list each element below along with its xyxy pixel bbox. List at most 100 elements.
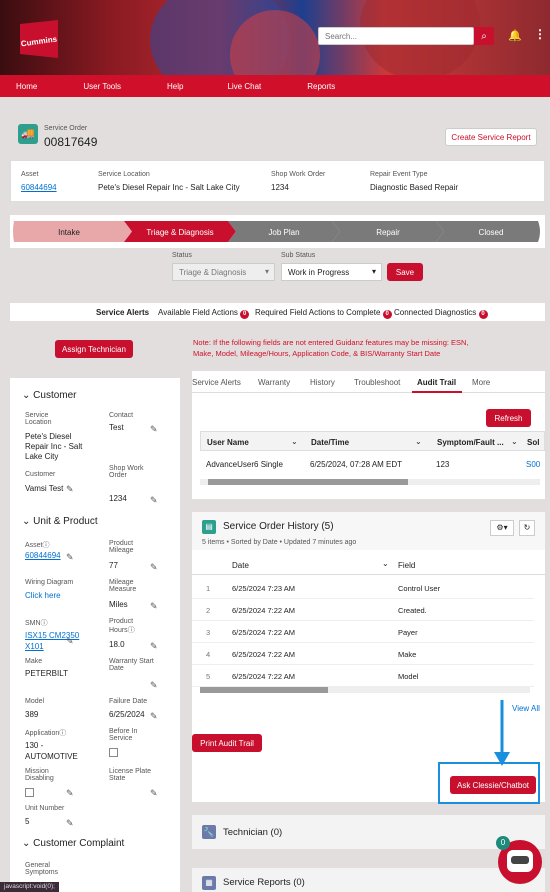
col-date[interactable]: Date <box>232 561 249 570</box>
mission-disabling-checkbox[interactable] <box>25 788 34 797</box>
refresh-button[interactable]: Refresh <box>486 409 531 427</box>
edit-pencil-icon[interactable]: ✎ <box>150 601 158 612</box>
history-row: 3 6/25/2024 7:22 AM Payer <box>192 621 534 643</box>
row-field: Make <box>398 650 417 659</box>
tab-troubleshoot[interactable]: Troubleshoot <box>354 378 400 387</box>
view-all-link[interactable]: View All <box>512 704 540 713</box>
edit-pencil-icon[interactable]: ✎ <box>66 636 74 647</box>
edit-pencil-icon[interactable]: ✎ <box>150 424 158 435</box>
chevron-down-icon[interactable]: ⌄ <box>511 437 518 446</box>
row-date: 6/25/2024 7:22 AM <box>232 628 295 637</box>
edit-pencil-icon[interactable]: ✎ <box>66 484 74 495</box>
nav-live-chat[interactable]: Live Chat <box>227 82 261 91</box>
product-mileage-label: Product Mileage <box>109 540 134 554</box>
assign-technician-button[interactable]: Assign Technician <box>55 340 133 358</box>
asset-label: Assetⓘ <box>25 542 50 549</box>
notifications-bell-icon[interactable]: 🔔 <box>508 29 522 42</box>
search-button[interactable]: ⌕ <box>474 27 494 45</box>
edit-pencil-icon[interactable]: ✎ <box>66 552 74 563</box>
sol-cell[interactable]: S00 <box>526 460 540 469</box>
edit-pencil-icon[interactable]: ✎ <box>150 711 158 722</box>
row-date: 6/25/2024 7:22 AM <box>232 650 295 659</box>
model-label: Model <box>25 698 45 705</box>
asset-link[interactable]: 60844694 <box>21 183 57 192</box>
contact-label: Contact <box>109 412 134 419</box>
status-label: Status <box>172 252 192 259</box>
edit-pencil-icon[interactable]: ✎ <box>150 680 158 691</box>
row-number: 1 <box>206 584 211 593</box>
connected-diagnostics[interactable]: Connected Diagnostics 0 <box>394 308 488 319</box>
row-date: 6/25/2024 7:23 AM <box>232 584 295 593</box>
tab-warranty[interactable]: Warranty <box>258 378 290 387</box>
cummins-logo[interactable]: Cummins <box>14 14 64 64</box>
history-table-header: Date ⌄ Field <box>192 555 545 575</box>
product-mileage-value: 77 <box>109 561 118 570</box>
horizontal-scrollbar[interactable] <box>200 479 540 485</box>
service-order-header: 🚚 Service Order 00817649 Create Service … <box>10 118 545 156</box>
product-hours-label: Product Hoursⓘ <box>109 618 135 634</box>
col-field[interactable]: Field <box>398 561 415 570</box>
repair-event-type-value: Diagnostic Based Repair <box>370 183 459 192</box>
before-in-service-checkbox[interactable] <box>109 748 118 757</box>
path-step-intake[interactable]: Intake <box>14 228 124 237</box>
path-step-closed[interactable]: Closed <box>440 228 542 237</box>
customer-section-header[interactable]: ⌄ Customer <box>22 390 77 401</box>
model-value: 389 <box>25 710 39 719</box>
wiring-diagram-link[interactable]: Click here <box>25 591 61 600</box>
status-select[interactable]: Triage & Diagnosis ▾ <box>172 263 275 281</box>
edit-pencil-icon[interactable]: ✎ <box>150 562 158 573</box>
edit-pencil-icon[interactable]: ✎ <box>150 495 158 506</box>
search-icon: ⌕ <box>481 30 487 42</box>
nav-reports[interactable]: Reports <box>307 82 335 91</box>
chevron-down-icon[interactable]: ⌄ <box>291 437 298 446</box>
chevron-down-icon[interactable]: ⌄ <box>382 559 389 568</box>
nav-help[interactable]: Help <box>167 82 183 91</box>
tab-service-alerts[interactable]: Service Alerts <box>192 378 241 387</box>
row-field: Control User <box>398 584 441 593</box>
path-step-triage[interactable]: Triage & Diagnosis <box>128 228 232 237</box>
search-input[interactable] <box>318 27 474 45</box>
col-user-name[interactable]: User Name <box>207 438 249 447</box>
col-symptom-fault[interactable]: Symptom/Fault ... <box>437 438 504 447</box>
print-audit-trail-button[interactable]: Print Audit Trail <box>192 734 262 752</box>
path-step-job-plan[interactable]: Job Plan <box>232 228 336 237</box>
service-order-label: Service Order <box>44 125 88 132</box>
edit-pencil-icon[interactable]: ✎ <box>150 788 158 799</box>
tab-more[interactable]: More <box>472 378 490 387</box>
tab-history[interactable]: History <box>310 378 335 387</box>
available-field-actions[interactable]: Available Field Actions 0 <box>158 308 250 319</box>
edit-pencil-icon[interactable]: ✎ <box>66 818 74 829</box>
tab-audit-trail[interactable]: Audit Trail <box>417 378 456 387</box>
history-title[interactable]: Service Order History (5) <box>223 521 334 532</box>
nav-user-tools[interactable]: User Tools <box>83 82 121 91</box>
refresh-icon[interactable]: ↻ <box>519 520 535 536</box>
technician-card[interactable]: 🔧 Technician (0) <box>192 815 545 849</box>
esn-link[interactable]: ISX15 CM2350 X101 <box>25 630 85 652</box>
settings-gear-icon[interactable]: ⚙▾ <box>490 520 514 536</box>
esn-label: SMNⓘ <box>25 620 48 627</box>
general-symptoms-label: General Symptoms <box>25 862 59 876</box>
ask-clessie-chatbot-button[interactable]: Ask Clessie/Chatbot <box>450 776 536 794</box>
sub-status-select[interactable]: Work in Progress ▾ <box>281 263 382 281</box>
more-menu-icon[interactable]: ⋮ <box>534 27 546 41</box>
edit-pencil-icon[interactable]: ✎ <box>66 788 74 799</box>
report-icon: ▦ <box>202 876 216 890</box>
col-date-time[interactable]: Date/Time <box>311 438 349 447</box>
nav-home[interactable]: Home <box>16 82 37 91</box>
create-service-report-button[interactable]: Create Service Report <box>445 128 537 146</box>
chevron-down-icon[interactable]: ⌄ <box>415 437 422 446</box>
mileage-measure-label: Mileage Measure <box>109 579 137 593</box>
edit-pencil-icon[interactable]: ✎ <box>150 641 158 652</box>
col-sol[interactable]: Sol <box>527 438 539 447</box>
chatbot-launcher[interactable]: 0 <box>496 836 542 884</box>
customer-complaint-section-header[interactable]: ⌄ Customer Complaint <box>22 838 124 849</box>
horizontal-scrollbar[interactable] <box>200 687 530 693</box>
make-value: PETERBILT <box>25 669 68 678</box>
path-step-repair[interactable]: Repair <box>336 228 440 237</box>
required-field-actions[interactable]: Required Field Actions to Complete 0 <box>255 308 392 319</box>
asset-link[interactable]: 60844694 <box>25 551 61 560</box>
service-reports-card[interactable]: ▦ Service Reports (0) <box>192 868 545 892</box>
unit-product-section-header[interactable]: ⌄ Unit & Product <box>22 516 98 527</box>
customer-location-label: Service Location <box>25 412 52 426</box>
save-button[interactable]: Save <box>387 263 423 281</box>
